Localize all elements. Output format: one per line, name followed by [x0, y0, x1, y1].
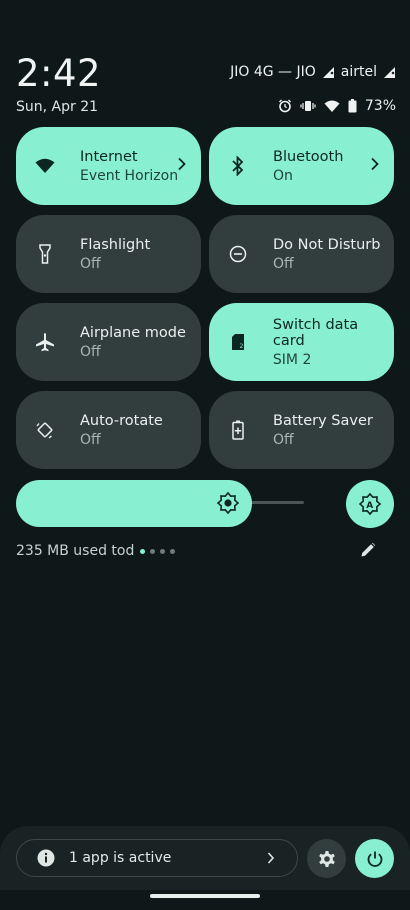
power-button[interactable]	[355, 839, 394, 878]
info-icon	[37, 849, 55, 867]
chevron-right-icon	[267, 852, 275, 864]
bluetooth-icon	[227, 155, 249, 177]
page-dot	[170, 548, 176, 554]
wifi-status-icon	[324, 100, 340, 112]
svg-text:A: A	[366, 501, 373, 511]
tile-state: Off	[80, 431, 101, 448]
data-usage-text: 235 MB used tod	[16, 543, 135, 559]
wifi-icon	[34, 155, 56, 177]
tile-label: Airplane mode	[80, 324, 186, 341]
tile-switch-data-card[interactable]: 2 Switch data card SIM 2	[209, 303, 394, 381]
auto-brightness-button[interactable]: A	[346, 480, 394, 528]
tile-label: Bluetooth	[273, 148, 344, 165]
tile-label: Do Not Disturb	[273, 236, 381, 253]
tile-internet[interactable]: Internet Event Horizon	[16, 127, 201, 205]
battery-saver-icon	[227, 419, 249, 441]
active-apps-label: 1 app is active	[69, 850, 172, 866]
rotate-icon	[34, 419, 56, 441]
data-usage[interactable]: 235 MB used tod	[16, 543, 176, 559]
page-dot	[160, 548, 166, 554]
tile-auto-rotate[interactable]: Auto-rotate Off	[16, 391, 201, 469]
airplane-icon	[34, 331, 56, 353]
tile-airplane-mode[interactable]: Airplane mode Off	[16, 303, 201, 381]
page-dot	[150, 548, 156, 554]
gear-icon	[318, 850, 335, 867]
active-apps-button[interactable]: 1 app is active	[16, 839, 298, 877]
carrier-info: JIO 4G — JIO airtel	[230, 64, 396, 80]
dnd-icon	[227, 243, 249, 265]
edit-pencil-icon[interactable]	[360, 542, 376, 558]
alarm-icon	[278, 99, 291, 113]
brightness-icon	[216, 491, 240, 515]
tile-flashlight[interactable]: Flashlight Off	[16, 215, 201, 293]
tile-label: Switch data card	[272, 316, 359, 349]
status-icons: 73%	[278, 98, 396, 114]
svg-text:2: 2	[239, 343, 243, 350]
tile-label: Internet	[80, 148, 138, 165]
vibrate-icon	[300, 101, 316, 111]
chevron-right-icon[interactable]	[370, 157, 380, 171]
battery-icon	[348, 99, 357, 113]
tile-state: SIM 2	[272, 351, 312, 368]
tile-state: Off	[273, 431, 294, 448]
signal-icon	[322, 66, 334, 78]
brightness-track[interactable]	[250, 501, 304, 504]
chevron-right-icon[interactable]	[177, 157, 187, 171]
tile-label: Flashlight	[80, 236, 151, 253]
tile-state: On	[273, 167, 293, 184]
power-icon	[367, 851, 382, 867]
clock[interactable]: 2:42	[16, 52, 101, 95]
page-indicator	[140, 548, 176, 554]
quick-settings-panel: 2:42 Sun, Apr 21 JIO 4G — JIO airtel 73%…	[0, 0, 410, 910]
settings-button[interactable]	[307, 839, 346, 878]
tile-do-not-disturb[interactable]: Do Not Disturb Off	[209, 215, 394, 293]
tile-battery-saver[interactable]: Battery Saver Off	[209, 391, 394, 469]
sim-icon: 2	[227, 331, 249, 353]
carrier-text: JIO 4G — JIO	[230, 64, 316, 80]
auto-brightness-icon: A	[358, 492, 382, 516]
navigation-handle[interactable]	[150, 894, 260, 898]
battery-percent: 73%	[364, 98, 396, 114]
tile-state: Event Horizon	[80, 167, 179, 184]
carrier2-text: airtel	[340, 64, 377, 80]
flashlight-icon	[34, 243, 56, 265]
tile-state: Off	[80, 255, 101, 272]
signal-icon-2	[384, 66, 395, 78]
page-dot	[140, 548, 146, 554]
tile-label: Auto-rotate	[80, 412, 163, 429]
tile-bluetooth[interactable]: Bluetooth On	[209, 127, 394, 205]
tile-label: Battery Saver	[273, 412, 373, 429]
date[interactable]: Sun, Apr 21	[16, 99, 98, 115]
tile-state: Off	[80, 343, 101, 360]
tile-state: Off	[273, 255, 294, 272]
